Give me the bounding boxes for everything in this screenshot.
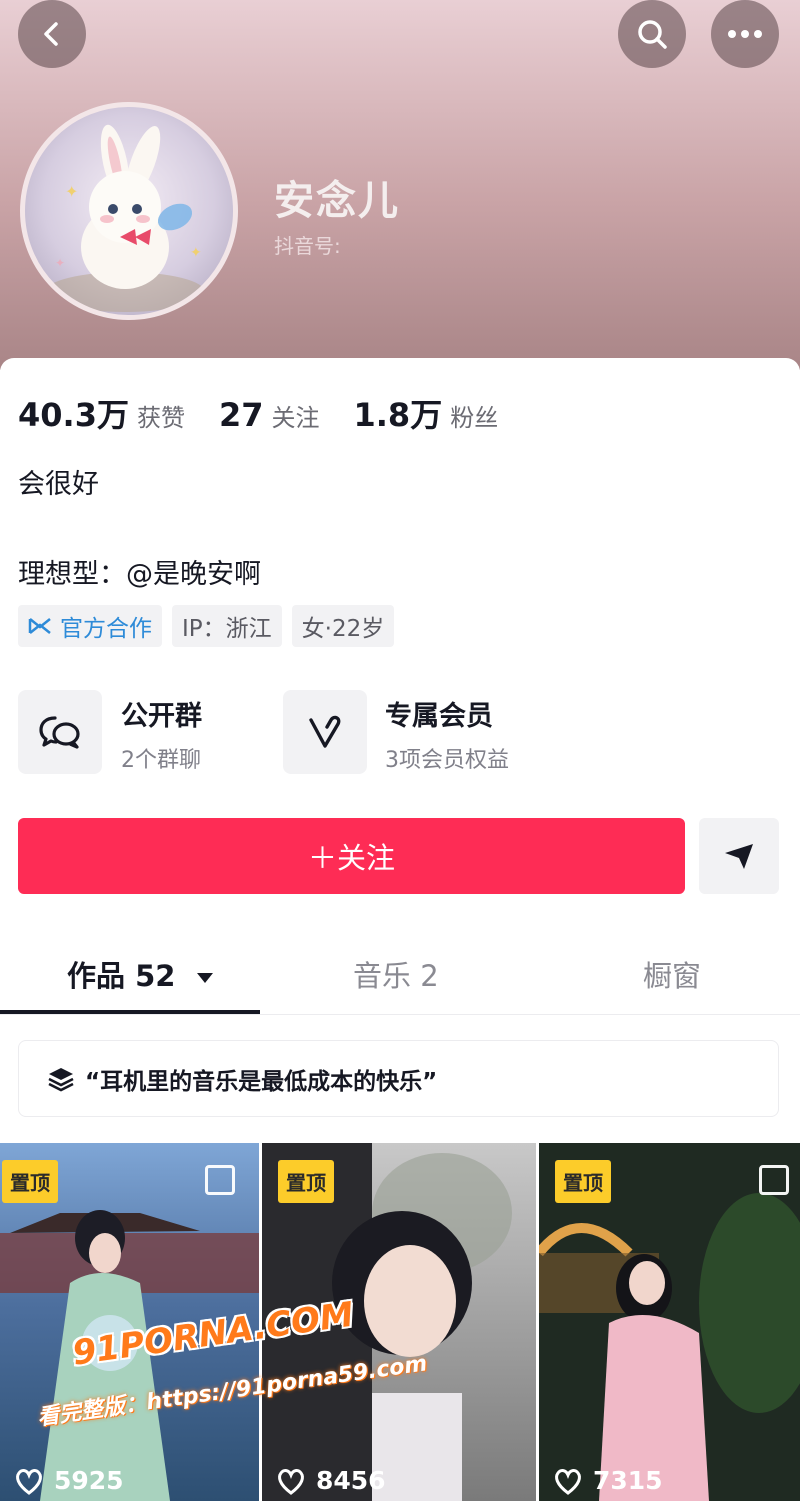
more-dots-icon [728,30,762,38]
multi-image-icon [205,1165,235,1195]
membership-button[interactable] [283,690,367,774]
profile-name: 安念儿 [274,178,400,224]
svg-text:✦: ✦ [65,182,78,201]
likes-label: 获赞 [136,404,185,432]
public-group-button[interactable] [18,690,102,774]
like-count-value: 8456 [316,1466,386,1495]
like-count: 5925 [14,1466,124,1495]
public-group-title[interactable]: 公开群 [121,694,202,733]
bio-text: 会很好 [18,469,99,500]
tab-showcase[interactable]: 橱窗 [643,953,701,995]
chevron-left-icon [44,22,58,46]
tag-row: 官方合作 IP：浙江 女·22岁 [18,605,395,647]
pinned-badge: 置顶 [555,1160,611,1203]
search-icon [638,20,667,49]
avatar[interactable]: ✦ ✦ ✦ [20,102,238,320]
chat-bubbles-icon [39,716,80,749]
ip-location-tag: IP：浙江 [172,605,282,647]
heart-icon [16,1468,42,1495]
heart-icon [278,1468,304,1495]
stats-row: 40.3万 获赞 27 关注 1.8万 粉丝 [18,390,532,436]
followers-label[interactable]: 粉丝 [450,398,498,433]
send-arrow-icon [725,844,753,869]
feature-row: 公开群 2个群聊 专属会员 3项会员权益 [18,690,798,776]
pinned-badge: 置顶 [2,1160,58,1203]
share-button[interactable] [699,818,779,894]
v-heart-icon [309,715,341,748]
douyin-id-label: 抖音号: [274,234,341,258]
like-count-value: 7315 [593,1466,663,1495]
followers-count[interactable]: 1.8万 [354,390,443,436]
more-button[interactable] [711,0,779,68]
back-button[interactable] [18,0,86,68]
gender-age-tag: 女·22岁 [291,605,395,647]
following-count[interactable]: 27 [219,396,264,434]
partner-icon [28,618,51,634]
tab-works[interactable]: 作品 52 [67,953,214,995]
bunny-avatar-image: ✦ ✦ ✦ [45,124,205,312]
like-count: 7315 [553,1466,663,1495]
search-button[interactable] [618,0,686,68]
triangle-down-icon [196,973,213,983]
pinned-badge: 置顶 [278,1160,334,1203]
tab-music[interactable]: 音乐 2 [353,953,439,995]
follow-button[interactable]: ＋关注 [18,818,685,894]
playlist-title: “耳机里的音乐是最低成本的快乐” [85,1068,438,1095]
official-partner-tag[interactable]: 官方合作 [18,605,162,647]
membership-title[interactable]: 专属会员 [385,694,493,733]
profile-header: ✦ ✦ ✦ 安念儿 抖音号: [0,0,800,370]
ideal-type-text[interactable]: 理想型：@是晚安啊 [18,552,261,591]
video-thumb-3[interactable]: 置顶 7315 [539,1143,800,1501]
layers-icon [48,1067,74,1091]
public-group-sub: 2个群聊 [121,748,201,773]
tab-works-label: 作品 52 [67,959,176,993]
svg-text:✦: ✦ [55,256,65,270]
content-tabs: 作品 52 音乐 2 橱窗 [0,935,800,1015]
like-count-value: 5925 [54,1466,124,1495]
active-tab-indicator [0,1010,260,1014]
svg-text:✦: ✦ [190,245,202,261]
following-label[interactable]: 关注 [272,398,320,433]
official-partner-label: 官方合作 [60,616,152,642]
like-count: 8456 [276,1466,386,1495]
membership-sub: 3项会员权益 [385,748,509,773]
video-grid: 置顶 5925 置顶 8456 置顶 7315 [0,1143,800,1501]
likes-count: 40.3万 [18,396,129,434]
multi-image-icon [759,1165,789,1195]
playlist-banner[interactable]: “耳机里的音乐是最低成本的快乐” [18,1040,779,1117]
heart-icon [555,1468,581,1495]
